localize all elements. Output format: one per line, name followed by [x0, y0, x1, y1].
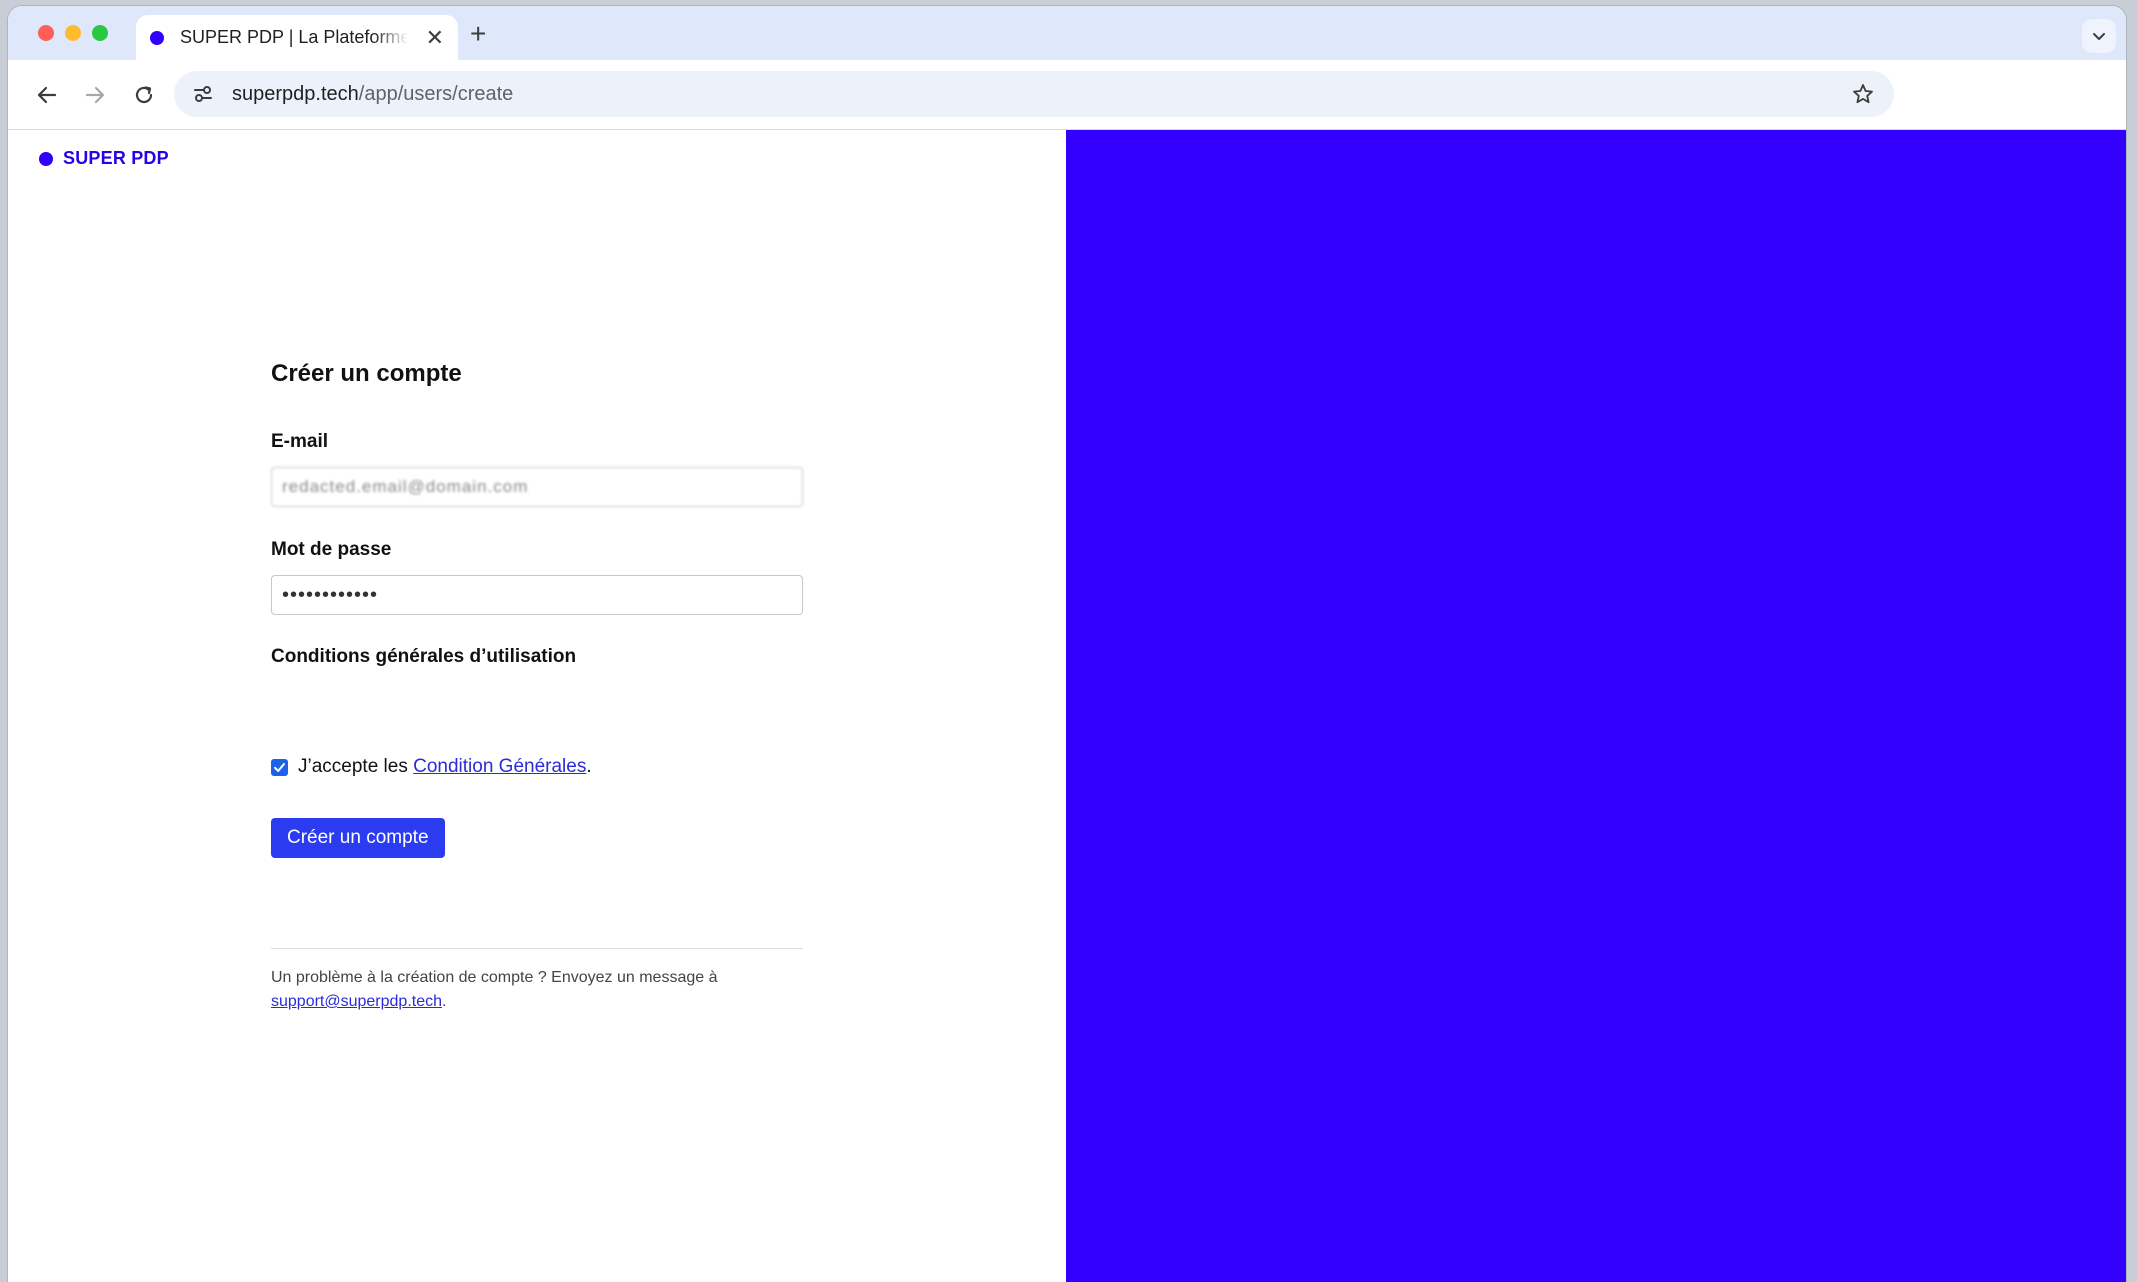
site-settings-icon[interactable]	[192, 83, 214, 105]
password-label: Mot de passe	[271, 539, 392, 560]
chevron-down-icon	[2093, 33, 2105, 40]
back-button[interactable]	[34, 82, 60, 108]
window-controls	[38, 25, 108, 41]
minimize-window-button[interactable]	[65, 25, 81, 41]
tab-strip: SUPER PDP | La Plateforme Agréée ✕ +	[8, 6, 2126, 60]
arrow-left-icon	[37, 86, 57, 104]
url-text: superpdp.tech/app/users/create	[232, 83, 513, 106]
password-field[interactable]	[271, 575, 803, 615]
page-content: SUPER PDP Créer un compte E-mail Mot de …	[8, 130, 2126, 1282]
tab-close-icon[interactable]: ✕	[426, 26, 444, 49]
reload-icon	[135, 86, 153, 104]
url-host: superpdp.tech	[232, 82, 359, 105]
bookmark-star-icon[interactable]	[1852, 83, 1874, 105]
tab-favicon-icon	[150, 30, 164, 45]
reload-button[interactable]	[131, 82, 157, 108]
new-tab-button[interactable]: +	[470, 20, 486, 48]
brand-logo[interactable]: SUPER PDP	[39, 148, 169, 169]
terms-prefix: J’accepte les	[298, 756, 414, 777]
checkmark-icon	[274, 762, 285, 772]
terms-row: J’accepte les Condition Générales.	[271, 756, 592, 778]
help-message: Un problème à la création de compte ? En…	[271, 969, 718, 986]
browser-tab[interactable]: SUPER PDP | La Plateforme Agréée ✕	[136, 15, 458, 60]
help-suffix: .	[442, 993, 447, 1010]
address-bar[interactable]: superpdp.tech/app/users/create	[174, 71, 1894, 117]
divider	[271, 948, 803, 949]
terms-checkbox[interactable]	[271, 758, 288, 776]
tab-title: SUPER PDP | La Plateforme Agréée	[180, 27, 408, 47]
close-window-button[interactable]	[38, 25, 54, 41]
forward-button[interactable]	[82, 82, 108, 108]
arrow-right-icon	[85, 86, 105, 104]
browser-toolbar: superpdp.tech/app/users/create	[8, 60, 2126, 130]
support-email-link[interactable]: support@superpdp.tech	[271, 993, 442, 1010]
terms-suffix: .	[586, 756, 592, 777]
help-text: Un problème à la création de compte ? En…	[271, 966, 803, 1014]
tab-search-button[interactable]	[2082, 19, 2116, 53]
email-label: E-mail	[271, 431, 329, 452]
brand-panel	[1066, 130, 2126, 1282]
terms-heading: Conditions générales d’utilisation	[271, 646, 577, 667]
maximize-window-button[interactable]	[92, 25, 108, 41]
create-account-button[interactable]: Créer un compte	[271, 818, 445, 858]
form-pane: SUPER PDP Créer un compte E-mail Mot de …	[8, 130, 1066, 1282]
url-path: /app/users/create	[358, 82, 514, 105]
terms-link[interactable]: Condition Générales	[413, 756, 586, 778]
email-field[interactable]	[271, 467, 803, 507]
brand-name: SUPER PDP	[63, 148, 169, 168]
browser-window: SUPER PDP | La Plateforme Agréée ✕ +	[8, 6, 2126, 1282]
brand-dot-icon	[39, 151, 53, 166]
page-title: Créer un compte	[271, 360, 462, 387]
